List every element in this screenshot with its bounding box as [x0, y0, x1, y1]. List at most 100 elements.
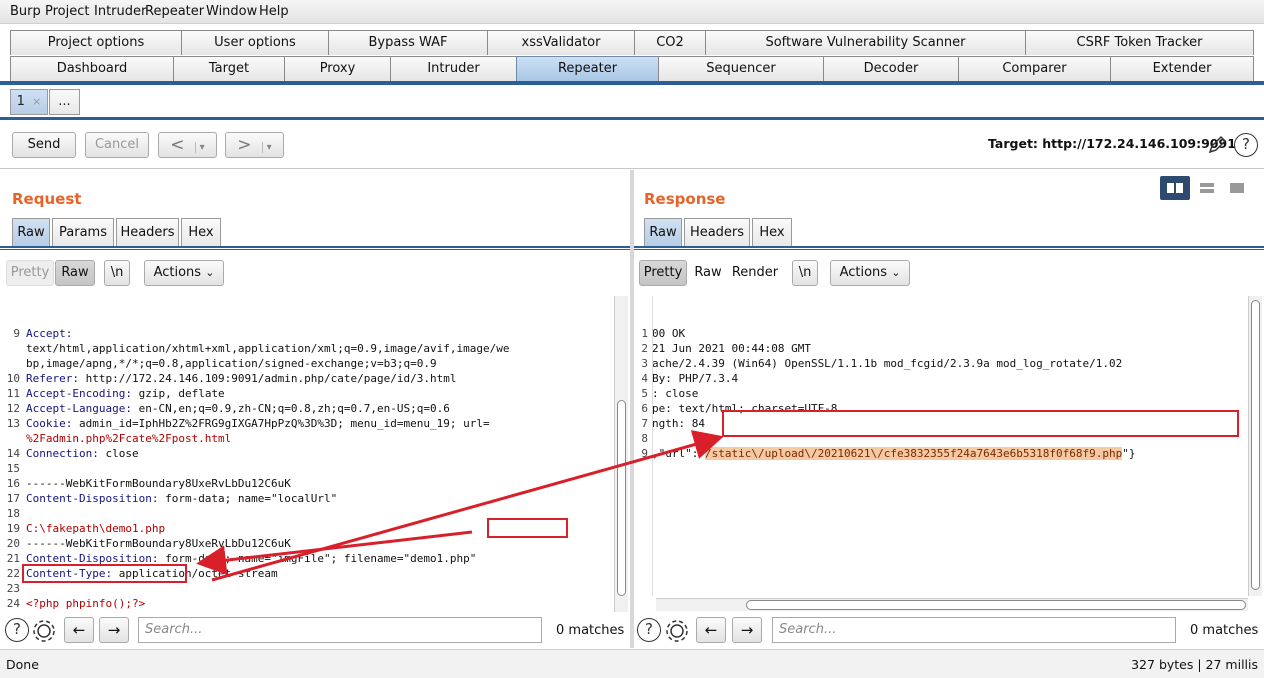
request-actions-button[interactable]: Actions ⌄: [144, 260, 224, 286]
tab-user-options[interactable]: User options: [181, 30, 329, 55]
response-line: 1 00 OK: [640, 326, 1246, 341]
request-tab-params[interactable]: Params: [52, 218, 114, 246]
response-raw-button[interactable]: Raw: [688, 260, 728, 286]
line-number: 19: [6, 522, 20, 535]
menu-project[interactable]: Project: [45, 4, 89, 19]
menu-bar: Burp Project Intruder Repeater Window He…: [0, 0, 1264, 24]
help-icon[interactable]: ?: [5, 618, 29, 642]
menu-burp[interactable]: Burp: [10, 4, 41, 19]
response-stats: 327 bytes | 27 millis: [1131, 657, 1258, 672]
menu-help[interactable]: Help: [259, 4, 289, 19]
line-value: C:\fakepath\demo1.php: [26, 522, 166, 535]
line-number: 3: [641, 357, 648, 370]
tab-dashboard[interactable]: Dashboard: [10, 56, 174, 81]
request-line: 11 Accept-Encoding: gzip, deflate: [6, 386, 612, 401]
upload-path-highlight: /static\/upload\/20210621\/cfe3832355f24…: [704, 447, 1123, 460]
response-tab-hex[interactable]: Hex: [752, 218, 792, 246]
menu-repeater[interactable]: Repeater: [145, 4, 204, 19]
forward-button[interactable]: > ▾: [225, 132, 284, 158]
response-render-button[interactable]: Render: [728, 260, 782, 286]
annotation-url-box: [722, 410, 1239, 437]
header-name: Cookie:: [26, 417, 73, 430]
response-hscroll-thumb[interactable]: [746, 600, 1246, 610]
request-line: bp,image/apng,*/*;q=0.8,application/sign…: [6, 356, 612, 371]
tab-intruder[interactable]: Intruder: [390, 56, 517, 81]
response-line: 3 ache/2.4.39 (Win64) OpenSSL/1.1.1b mod_…: [640, 356, 1246, 371]
request-line: 20 ------WebKitFormBoundary8UxeRvLbDu12C6…: [6, 536, 612, 551]
search-next-button[interactable]: →: [732, 617, 762, 643]
tab-repeater[interactable]: Repeater: [516, 56, 659, 81]
close-icon[interactable]: ×: [32, 95, 41, 108]
tab-comparer[interactable]: Comparer: [958, 56, 1111, 81]
tab-target[interactable]: Target: [173, 56, 285, 81]
tab-xssvalidator[interactable]: xssValidator: [487, 30, 635, 55]
line-value: 21 Jun 2021 00:44:08 GMT: [652, 342, 811, 355]
line-value: ache/2.4.39 (Win64) OpenSSL/1.1.1b mod_f…: [652, 357, 1123, 370]
repeater-tab-new[interactable]: ...: [49, 89, 80, 115]
tab-bypass-waf[interactable]: Bypass WAF: [328, 30, 488, 55]
response-newline-button[interactable]: \n: [792, 260, 818, 286]
line-number: 2: [641, 342, 648, 355]
response-tab-raw[interactable]: Raw: [644, 218, 682, 246]
search-next-button[interactable]: →: [99, 617, 129, 643]
tab-sequencer[interactable]: Sequencer: [658, 56, 824, 81]
response-hscrollbar[interactable]: [656, 598, 1248, 611]
request-tab-raw[interactable]: Raw: [12, 218, 50, 246]
tab-co2[interactable]: CO2: [634, 30, 706, 55]
line-number: 18: [6, 507, 20, 520]
tab-proxy[interactable]: Proxy: [284, 56, 391, 81]
layout-stacked-icon[interactable]: [1193, 176, 1221, 200]
search-prev-button[interactable]: ←: [64, 617, 94, 643]
response-scrollbar[interactable]: [1248, 296, 1262, 596]
cancel-button[interactable]: Cancel: [85, 132, 149, 158]
help-icon[interactable]: ?: [637, 618, 661, 642]
response-scroll-thumb[interactable]: [1251, 300, 1260, 590]
send-button[interactable]: Send: [12, 132, 76, 158]
request-tab-hex[interactable]: Hex: [181, 218, 221, 246]
back-icon: <: [170, 135, 185, 155]
request-newline-button[interactable]: \n: [104, 260, 130, 286]
line-number: 22: [6, 567, 20, 580]
line-value: ------WebKitFormBoundary8UxeRvLbDu12C6uK: [26, 477, 291, 490]
line-value: form-data; name="imgFile"; filename="dem…: [158, 552, 477, 565]
gear-icon[interactable]: [31, 618, 57, 644]
back-button[interactable]: < ▾: [158, 132, 217, 158]
layout-side-by-side-icon[interactable]: [1160, 176, 1190, 200]
search-prev-button[interactable]: ←: [696, 617, 726, 643]
pencil-icon[interactable]: [1206, 134, 1228, 156]
request-tab-underline: [0, 246, 630, 250]
header-name: Accept-Encoding:: [26, 387, 132, 400]
repeater-tab-1[interactable]: 1 ×: [10, 89, 48, 115]
line-value: ngth: 84: [652, 417, 705, 430]
help-icon[interactable]: ?: [1234, 133, 1258, 157]
line-number: 8: [641, 432, 648, 445]
tab-project-options[interactable]: Project options: [10, 30, 182, 55]
line-number: 9: [13, 327, 20, 340]
menu-intruder[interactable]: Intruder: [94, 4, 146, 19]
request-line: 15: [6, 461, 612, 476]
menu-window[interactable]: Window: [206, 4, 257, 19]
response-actions-button[interactable]: Actions ⌄: [830, 260, 910, 286]
tab-software-vulnerability-scanner[interactable]: Software Vulnerability Scanner: [705, 30, 1026, 55]
request-scroll-thumb[interactable]: [617, 400, 626, 596]
layout-single-icon[interactable]: [1223, 176, 1251, 200]
response-tab-headers[interactable]: Headers: [684, 218, 750, 246]
header-name: Accept:: [26, 327, 73, 340]
line-value: http://172.24.146.109:9091/admin.php/cat…: [78, 372, 457, 385]
response-pretty-button[interactable]: Pretty: [639, 260, 687, 286]
request-pretty-button[interactable]: Pretty: [6, 260, 54, 286]
layout-toggle: [1160, 176, 1250, 200]
request-tab-headers[interactable]: Headers: [116, 218, 179, 246]
tab-extender[interactable]: Extender: [1110, 56, 1254, 81]
request-scrollbar[interactable]: [614, 296, 628, 612]
response-editor[interactable]: 1 00 OK 2 21 Jun 2021 00:44:08 GMT 3 ache/2.4…: [640, 296, 1246, 596]
gear-icon[interactable]: [664, 618, 690, 644]
request-search-input[interactable]: Search...: [138, 617, 542, 643]
tab-csrf-token-tracker[interactable]: CSRF Token Tracker: [1025, 30, 1254, 55]
line-value: bp,image/apng,*/*;q=0.8,application/sign…: [26, 357, 437, 370]
chevron-down-icon: ▾: [261, 142, 272, 153]
annotation-payload-box: [22, 564, 187, 583]
tab-decoder[interactable]: Decoder: [823, 56, 959, 81]
request-raw-button[interactable]: Raw: [55, 260, 95, 286]
response-search-input[interactable]: Search...: [772, 617, 1176, 643]
